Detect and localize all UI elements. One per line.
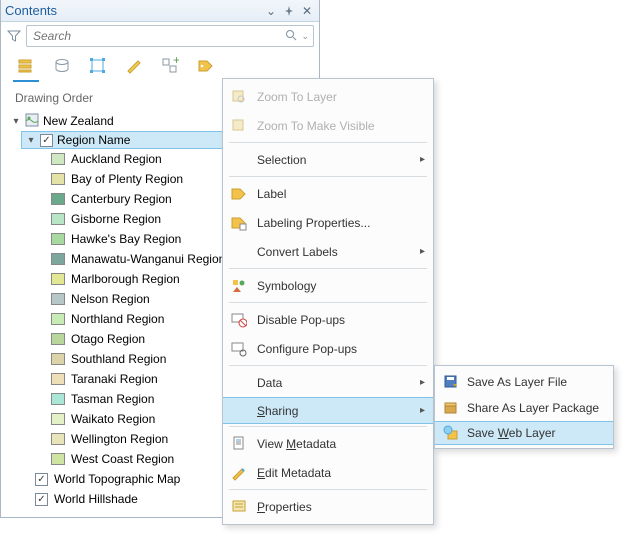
list-by-drawing-order-icon[interactable] xyxy=(13,53,39,79)
color-swatch xyxy=(51,213,65,225)
color-swatch xyxy=(51,453,65,465)
view-metadata-icon xyxy=(229,434,249,454)
legend-label: Tasman Region xyxy=(71,392,154,406)
submenu-save-layer-file[interactable]: Save As Layer File xyxy=(435,369,613,395)
menu-view-metadata[interactable]: View Metadata xyxy=(223,429,433,458)
legend-label: Northland Region xyxy=(71,312,164,326)
menu-label[interactable]: Label xyxy=(223,179,433,208)
menu-labeling-properties[interactable]: Labeling Properties... xyxy=(223,208,433,237)
search-dropdown-icon[interactable]: ⌄ xyxy=(301,31,309,42)
share-package-icon xyxy=(441,398,461,418)
menu-disable-popups[interactable]: Disable Pop-ups xyxy=(223,305,433,334)
color-swatch xyxy=(51,273,65,285)
submenu-share-layer-package[interactable]: Share As Layer Package xyxy=(435,395,613,421)
legend-label: Manawatu-Wanganui Region xyxy=(71,252,225,266)
list-by-labeling-icon[interactable] xyxy=(193,53,219,79)
color-swatch xyxy=(51,373,65,385)
color-swatch xyxy=(51,153,65,165)
menu-properties[interactable]: Properties xyxy=(223,492,433,521)
chevron-right-icon: ▸ xyxy=(420,377,425,388)
color-swatch xyxy=(51,413,65,425)
color-swatch xyxy=(51,253,65,265)
layer-label: Region Name xyxy=(57,133,130,147)
menu-selection[interactable]: Selection ▸ xyxy=(223,145,433,174)
menu-zoom-visible: Zoom To Make Visible xyxy=(223,111,433,140)
configure-popups-icon xyxy=(229,339,249,359)
legend-label: Otago Region xyxy=(71,332,145,346)
save-web-layer-icon xyxy=(441,423,461,443)
layer-checkbox[interactable]: ✓ xyxy=(35,493,48,506)
save-layer-file-icon xyxy=(441,372,461,392)
color-swatch xyxy=(51,313,65,325)
sharing-submenu: Save As Layer File Share As Layer Packag… xyxy=(434,365,614,449)
list-by-editing-icon[interactable] xyxy=(121,53,147,79)
color-swatch xyxy=(51,433,65,445)
color-swatch xyxy=(51,393,65,405)
layer-checkbox[interactable]: ✓ xyxy=(35,473,48,486)
search-box[interactable]: ⌄ xyxy=(26,25,314,47)
symbology-icon xyxy=(229,276,249,296)
properties-icon xyxy=(229,497,249,517)
filter-icon[interactable] xyxy=(6,28,22,44)
layer-context-menu: Zoom To Layer Zoom To Make Visible Selec… xyxy=(222,78,434,525)
menu-zoom-to-layer: Zoom To Layer xyxy=(223,82,433,111)
color-swatch xyxy=(51,353,65,365)
list-by-selection-icon[interactable] xyxy=(85,53,111,79)
menu-configure-popups[interactable]: Configure Pop-ups xyxy=(223,334,433,363)
search-row: ⌄ xyxy=(1,22,319,50)
map-icon xyxy=(25,113,39,130)
zoom-visible-icon xyxy=(229,116,249,136)
color-swatch xyxy=(51,333,65,345)
list-by-snapping-icon[interactable]: + xyxy=(157,53,183,79)
legend-label: Bay of Plenty Region xyxy=(71,172,183,186)
zoom-layer-icon xyxy=(229,87,249,107)
submenu-save-web-layer[interactable]: Save Web Layer xyxy=(435,421,613,445)
menu-convert-labels[interactable]: Convert Labels ▸ xyxy=(223,237,433,266)
close-icon[interactable]: ✕ xyxy=(299,3,315,19)
panel-header: Contents ⌄ ✕ xyxy=(1,0,319,22)
menu-sharing[interactable]: Sharing ▸ xyxy=(223,397,433,424)
list-by-source-icon[interactable] xyxy=(49,53,75,79)
legend-label: West Coast Region xyxy=(71,452,174,466)
legend-label: Southland Region xyxy=(71,352,166,366)
search-icon[interactable] xyxy=(285,29,297,44)
labeling-props-icon xyxy=(229,213,249,233)
legend-label: Gisborne Region xyxy=(71,212,161,226)
menu-edit-metadata[interactable]: Edit Metadata xyxy=(223,458,433,487)
label-icon xyxy=(229,184,249,204)
color-swatch xyxy=(51,193,65,205)
basemap-label: World Topographic Map xyxy=(54,472,180,486)
legend-label: Hawke's Bay Region xyxy=(71,232,181,246)
edit-metadata-icon xyxy=(229,463,249,483)
legend-label: Taranaki Region xyxy=(71,372,158,386)
color-swatch xyxy=(51,173,65,185)
pin-icon[interactable] xyxy=(281,3,297,19)
menu-data[interactable]: Data ▸ xyxy=(223,368,433,397)
basemap-label: World Hillshade xyxy=(54,492,138,506)
chevron-right-icon: ▸ xyxy=(420,246,425,257)
expand-arrow-icon[interactable]: ▾ xyxy=(26,135,36,146)
chevron-right-icon: ▸ xyxy=(420,405,425,416)
expand-arrow-icon[interactable]: ▾ xyxy=(11,116,21,127)
menu-symbology[interactable]: Symbology xyxy=(223,271,433,300)
panel-title: Contents xyxy=(5,3,261,18)
search-input[interactable] xyxy=(31,28,285,44)
legend-label: Marlborough Region xyxy=(71,272,180,286)
disable-popups-icon xyxy=(229,310,249,330)
svg-text:+: + xyxy=(173,57,179,67)
map-label: New Zealand xyxy=(43,114,114,128)
legend-label: Wellington Region xyxy=(71,432,168,446)
legend-label: Canterbury Region xyxy=(71,192,172,206)
legend-label: Auckland Region xyxy=(71,152,162,166)
color-swatch xyxy=(51,233,65,245)
legend-label: Nelson Region xyxy=(71,292,150,306)
chevron-right-icon: ▸ xyxy=(420,154,425,165)
layer-checkbox[interactable]: ✓ xyxy=(40,134,53,147)
color-swatch xyxy=(51,293,65,305)
autohide-icon[interactable]: ⌄ xyxy=(263,3,279,19)
legend-label: Waikato Region xyxy=(71,412,155,426)
